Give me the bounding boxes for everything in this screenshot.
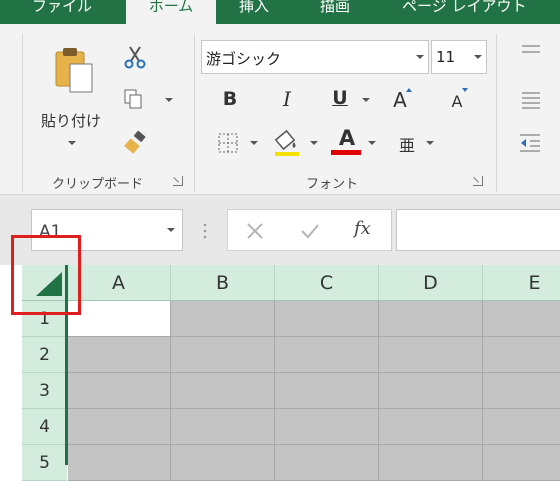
name-box-dropdown-icon[interactable] (167, 228, 175, 232)
cell-c2[interactable] (275, 337, 379, 373)
formula-bar-grip-icon[interactable] (203, 222, 207, 240)
cell-d1[interactable] (379, 301, 483, 337)
cell-e2[interactable] (483, 337, 560, 373)
formula-buttons: fx (227, 209, 392, 251)
cell-b2[interactable] (171, 337, 275, 373)
cell-c1[interactable] (275, 301, 379, 337)
formula-input[interactable] (396, 209, 560, 251)
cell-b5[interactable] (171, 445, 275, 481)
cancel-icon[interactable] (246, 222, 264, 240)
align-top-icon[interactable] (520, 40, 542, 60)
decrease-indent-icon[interactable] (518, 132, 542, 154)
tab-page-layout[interactable]: ページ レイアウト (402, 0, 526, 24)
borders-dropdown-icon[interactable] (250, 141, 258, 145)
font-size-value: 11 (436, 48, 456, 66)
cell-b3[interactable] (171, 373, 275, 409)
font-color-bar (331, 150, 361, 155)
clipboard-group-label: クリップボード (52, 177, 144, 192)
cell-b4[interactable] (171, 409, 275, 445)
font-group-label: フォント (306, 177, 359, 192)
shrink-font-arrow-icon (462, 88, 468, 92)
font-launcher-icon[interactable] (473, 176, 483, 186)
paste-button[interactable] (50, 46, 96, 96)
italic-button[interactable]: I (276, 87, 298, 111)
column-header-c[interactable]: C (275, 265, 379, 301)
cell-c3[interactable] (275, 373, 379, 409)
cell-e5[interactable] (483, 445, 560, 481)
cell-d4[interactable] (379, 409, 483, 445)
format-painter-button[interactable] (123, 130, 149, 156)
column-header-a[interactable]: A (67, 265, 171, 301)
fill-color-dropdown-icon[interactable] (310, 141, 318, 145)
paint-bucket-icon (274, 129, 299, 156)
underline-button[interactable]: U (329, 87, 351, 109)
ribbon-left-border (22, 34, 23, 192)
copy-button[interactable] (123, 88, 145, 110)
cell-a5[interactable] (68, 445, 171, 481)
borders-button[interactable] (217, 132, 239, 154)
annotation-highlight-box (11, 235, 81, 315)
group-separator (194, 34, 195, 192)
row-header-2[interactable]: 2 (22, 337, 67, 373)
group-separator (496, 34, 497, 192)
cell-d3[interactable] (379, 373, 483, 409)
insert-function-button[interactable]: fx (354, 218, 371, 239)
cell-c4[interactable] (275, 409, 379, 445)
phonetic-dropdown-icon[interactable] (426, 141, 434, 145)
cut-button[interactable] (123, 45, 147, 69)
underline-dropdown-icon[interactable] (362, 98, 370, 102)
cell-a2[interactable] (68, 337, 171, 373)
cell-a1[interactable] (68, 301, 171, 337)
cell-a4[interactable] (68, 409, 171, 445)
cell-d5[interactable] (379, 445, 483, 481)
row-header-5[interactable]: 5 (22, 445, 67, 481)
phonetic-guide-button[interactable]: 亜 (397, 132, 417, 156)
paste-icon (55, 48, 93, 93)
cell-e3[interactable] (483, 373, 560, 409)
paste-dropdown-icon[interactable] (68, 141, 76, 145)
paste-label: 貼り付け (40, 112, 101, 130)
cell-c5[interactable] (275, 445, 379, 481)
ribbon-tab-bar: ファイル ホーム 挿入 描画 ページ レイアウト (0, 0, 560, 24)
column-header-e[interactable]: E (483, 265, 560, 301)
cell-d2[interactable] (379, 337, 483, 373)
align-left-icon[interactable] (520, 90, 542, 110)
font-color-button[interactable]: A (333, 126, 361, 150)
row-header-4[interactable]: 4 (22, 409, 67, 445)
font-name-value: 游ゴシック (206, 50, 282, 68)
grow-font-arrow-icon (406, 88, 412, 92)
tab-insert[interactable]: 挿入 (239, 0, 269, 24)
font-size-combobox[interactable]: 11 (431, 40, 487, 74)
cell-e1[interactable] (483, 301, 560, 337)
borders-icon (218, 133, 238, 153)
cell-e4[interactable] (483, 409, 560, 445)
font-color-dropdown-icon[interactable] (368, 141, 376, 145)
font-name-dropdown-icon[interactable] (416, 55, 424, 59)
tab-draw[interactable]: 描画 (320, 0, 350, 24)
worksheet-grid: A B C D E 1 2 3 4 5 (22, 265, 560, 481)
clipboard-launcher-icon[interactable] (173, 176, 183, 186)
tab-home[interactable]: ホーム (126, 0, 216, 24)
bold-button[interactable]: B (219, 88, 241, 110)
fill-color-button[interactable] (272, 128, 302, 158)
column-header-b[interactable]: B (171, 265, 275, 301)
cell-b1[interactable] (171, 301, 275, 337)
copy-dropdown-icon[interactable] (165, 98, 173, 102)
copy-icon (124, 89, 142, 109)
column-header-d[interactable]: D (379, 265, 483, 301)
row-header-3[interactable]: 3 (22, 373, 67, 409)
scissors-icon (124, 46, 146, 69)
enter-check-icon[interactable] (300, 222, 320, 240)
font-size-dropdown-icon[interactable] (474, 55, 482, 59)
font-name-combobox[interactable]: 游ゴシック (201, 40, 429, 74)
tab-file[interactable]: ファイル (32, 0, 92, 24)
cell-a3[interactable] (68, 373, 171, 409)
paintbrush-icon (124, 130, 146, 154)
shrink-font-button[interactable]: A (447, 92, 467, 111)
